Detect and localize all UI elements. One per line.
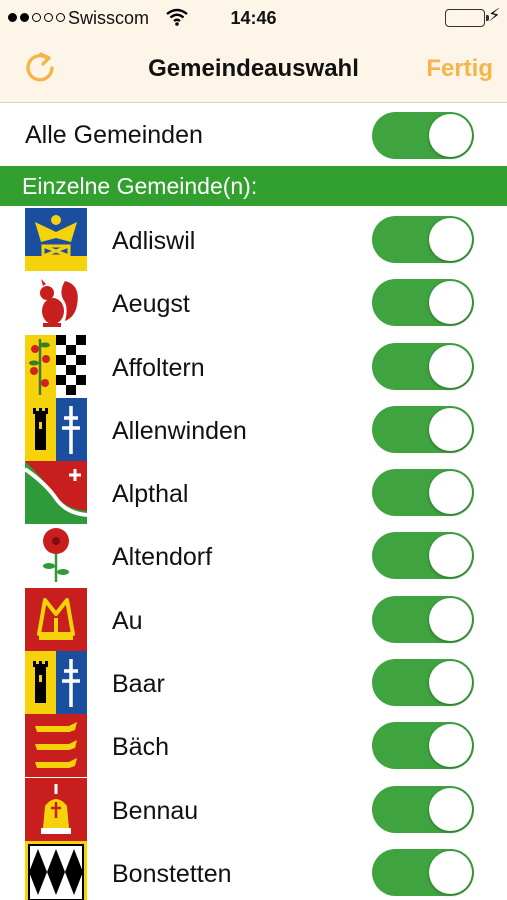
battery-icon <box>445 9 489 27</box>
commune-toggle[interactable] <box>372 722 474 770</box>
commune-name: Altendorf <box>112 543 213 572</box>
list-item: Alpthal <box>0 461 507 525</box>
commune-name: Bäch <box>112 733 169 762</box>
list-item: Adliswil <box>0 208 507 271</box>
aeugst-crest-icon <box>25 271 87 335</box>
adliswil-crest-icon <box>25 208 87 271</box>
commune-name: Au <box>112 606 143 635</box>
commune-toggle[interactable] <box>372 216 474 263</box>
all-communes-label: Alle Gemeinden <box>25 121 203 149</box>
commune-toggle[interactable] <box>372 342 474 390</box>
status-bar: Swisscom 14:46 ⚡ <box>0 0 507 36</box>
list-item: Bennau <box>0 777 507 841</box>
commune-name: Baar <box>112 670 165 699</box>
commune-name: Aeugst <box>112 290 190 319</box>
commune-name: Adliswil <box>112 227 196 255</box>
commune-name: Bonstetten <box>112 859 232 888</box>
section-header-label: Einzelne Gemeinde(n): <box>22 173 258 199</box>
alpthal-crest-icon <box>25 461 87 525</box>
status-time: 14:46 <box>230 8 277 28</box>
list-item: Allenwinden <box>0 397 507 461</box>
navigation-bar: Swisscom 14:46 ⚡ Gemeindeauswahl Fertig <box>0 0 507 103</box>
commune-name: Allenwinden <box>112 416 247 445</box>
commune-toggle[interactable] <box>372 405 474 453</box>
all-communes-toggle[interactable] <box>372 112 474 159</box>
commune-list: Adliswil Aeugst Affoltern Allenwinden Al… <box>0 208 507 900</box>
list-item: Bäch <box>0 714 507 778</box>
all-communes-row: Alle Gemeinden <box>0 103 507 166</box>
bennau-crest-icon <box>25 777 87 841</box>
baar-crest-icon <box>25 651 87 715</box>
section-header: Einzelne Gemeinde(n): <box>0 166 507 206</box>
charging-bolt-icon: ⚡ <box>488 5 501 25</box>
commune-toggle[interactable] <box>372 469 474 517</box>
commune-toggle[interactable] <box>372 848 474 896</box>
list-item: Au <box>0 587 507 651</box>
commune-toggle[interactable] <box>372 279 474 327</box>
commune-toggle[interactable] <box>372 532 474 580</box>
commune-name: Alpthal <box>112 480 189 509</box>
bonstetten-crest-icon <box>25 840 87 900</box>
commune-toggle[interactable] <box>372 595 474 643</box>
commune-toggle[interactable] <box>372 785 474 833</box>
list-item: Affoltern <box>0 334 507 398</box>
allenwinden-crest-icon <box>25 397 87 461</box>
commune-toggle[interactable] <box>372 659 474 707</box>
list-item: Bonstetten <box>0 840 507 900</box>
commune-name: Affoltern <box>112 353 205 382</box>
list-item: Altendorf <box>0 524 507 588</box>
affoltern-crest-icon <box>25 334 87 398</box>
au-crest-icon <box>25 587 87 651</box>
baech-crest-icon <box>25 714 87 778</box>
done-button[interactable]: Fertig <box>426 55 493 83</box>
list-item: Aeugst <box>0 271 507 335</box>
list-item: Baar <box>0 651 507 715</box>
commune-name: Bennau <box>112 796 199 825</box>
altendorf-crest-icon <box>25 524 87 588</box>
